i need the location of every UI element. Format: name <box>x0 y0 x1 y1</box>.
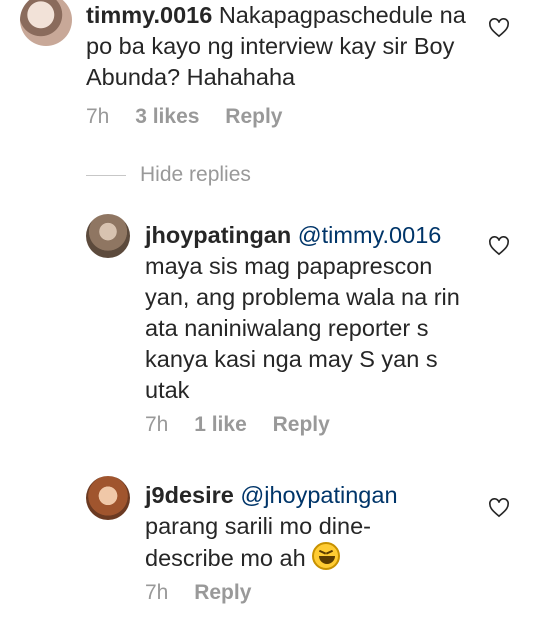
mention-link[interactable]: @jhoypatingan <box>240 482 397 508</box>
avatar[interactable] <box>20 0 72 46</box>
comment-username[interactable]: jhoypatingan <box>145 222 291 248</box>
laughing-face-emoji-icon <box>312 542 341 570</box>
reply-jhoypatingan: jhoypatingan @timmy.0016 maya sis mag pa… <box>0 214 540 450</box>
comment-text: j9desire @jhoypatingan parang sarili mo … <box>145 480 445 574</box>
reply-button[interactable]: Reply <box>225 105 282 129</box>
reply-button[interactable]: Reply <box>194 581 251 605</box>
comment-username[interactable]: j9desire <box>145 482 234 508</box>
comment-likes[interactable]: 1 like <box>194 413 247 437</box>
comment-time: 7h <box>145 413 169 436</box>
comment-text: timmy.0016 Nakapagpaschedule na po ba ka… <box>86 0 476 93</box>
comment-time: 7h <box>86 105 110 128</box>
heart-outline-icon[interactable] <box>488 18 510 38</box>
comment-likes[interactable]: 3 likes <box>135 105 199 129</box>
divider-line <box>86 174 126 176</box>
comment-meta: 7h 3 likes Reply <box>86 105 302 129</box>
comment-time: 7h <box>145 581 169 604</box>
hide-replies-label[interactable]: Hide replies <box>140 163 251 187</box>
heart-outline-icon[interactable] <box>488 236 510 256</box>
avatar[interactable] <box>86 476 130 520</box>
comment-username[interactable]: timmy.0016 <box>86 2 212 28</box>
reply-button[interactable]: Reply <box>273 413 330 437</box>
avatar[interactable] <box>86 214 130 258</box>
comment-timmy: timmy.0016 Nakapagpaschedule na po ba ka… <box>0 0 540 150</box>
comment-meta: 7h Reply <box>145 581 271 605</box>
mention-link[interactable]: @timmy.0016 <box>298 222 442 248</box>
reply-j9desire: j9desire @jhoypatingan parang sarili mo … <box>0 476 540 620</box>
hide-replies-button[interactable]: Hide replies <box>86 160 251 190</box>
heart-outline-icon[interactable] <box>488 498 510 518</box>
comment-text: jhoypatingan @timmy.0016 maya sis mag pa… <box>145 220 465 406</box>
comment-meta: 7h 1 like Reply <box>145 413 350 437</box>
comment-body: maya sis mag papaprescon yan, ang proble… <box>145 253 460 403</box>
